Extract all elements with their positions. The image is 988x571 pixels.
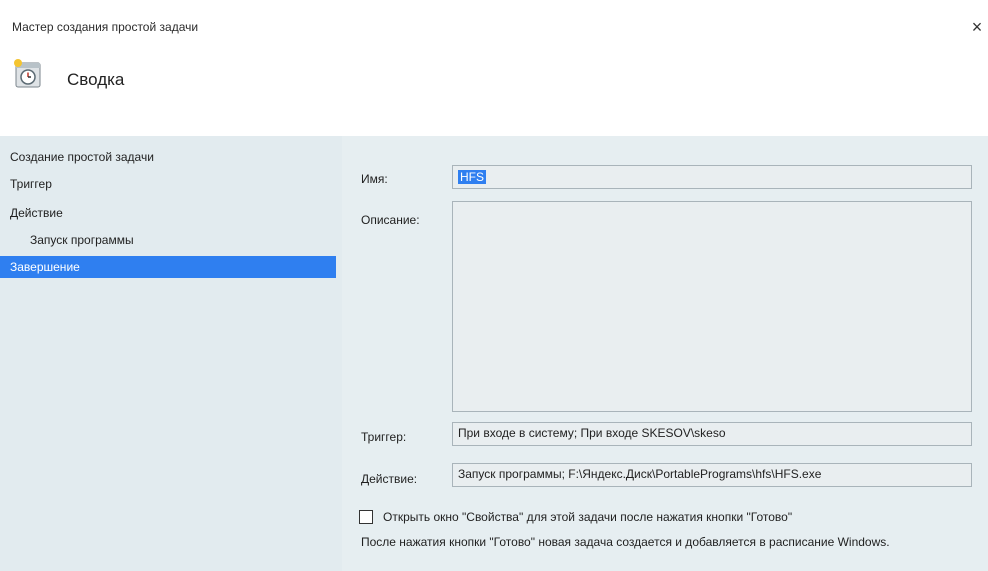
description-field[interactable] [452, 201, 972, 412]
task-wizard-window: Мастер создания простой задачи × Сводка … [0, 0, 988, 571]
info-text: После нажатия кнопки "Готово" новая зада… [361, 535, 890, 549]
window-title: Мастер создания простой задачи [12, 20, 199, 34]
wizard-header: Сводка [0, 40, 988, 136]
name-label: Имя: [361, 172, 388, 186]
title-bar: Мастер создания простой задачи × [0, 0, 988, 40]
name-value: HFS [458, 170, 486, 184]
name-field[interactable]: HFS [452, 165, 972, 189]
clock-task-icon [14, 59, 41, 88]
sidebar-item-action[interactable]: Действие [0, 202, 336, 224]
sidebar-item-trigger[interactable]: Триггер [0, 173, 336, 195]
page-title: Сводка [67, 70, 125, 89]
open-properties-checkbox[interactable] [359, 510, 373, 524]
description-label: Описание: [361, 213, 420, 227]
wizard-steps-sidebar: Создание простой задачи Триггер Действие… [0, 136, 342, 571]
trigger-label: Триггер: [361, 430, 407, 444]
close-button[interactable]: × [966, 14, 988, 40]
sidebar-item-create-task[interactable]: Создание простой задачи [0, 146, 336, 168]
action-field: Запуск программы; F:\Яндекс.Диск\Portabl… [452, 463, 972, 487]
action-label: Действие: [361, 472, 418, 486]
open-properties-label[interactable]: Открыть окно "Свойства" для этой задачи … [383, 510, 792, 524]
sidebar-item-finish[interactable]: Завершение [0, 256, 336, 278]
trigger-field: При входе в систему; При входе SKESOV\sk… [452, 422, 972, 446]
sidebar-item-start-program[interactable]: Запуск программы [0, 229, 336, 251]
